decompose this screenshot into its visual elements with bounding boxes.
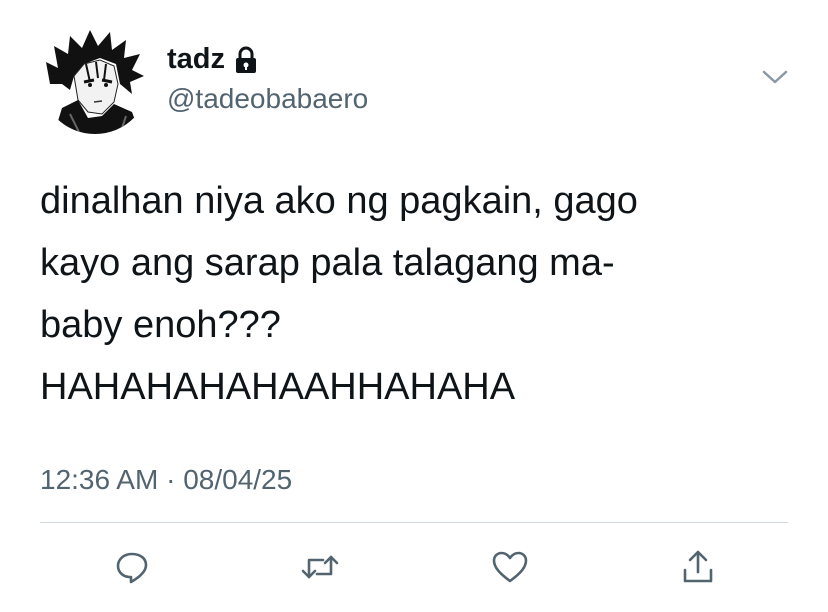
heart-icon [491,549,529,585]
like-button[interactable] [488,545,532,589]
reply-button[interactable] [110,545,154,589]
retweet-button[interactable] [298,545,342,589]
avatar-illustration [40,24,150,134]
avatar[interactable] [40,24,150,134]
display-name-row: tadz [167,42,259,76]
tweet-card: tadz @tadeobabaero dinalhan niya ako ng … [0,0,828,612]
share-button[interactable] [676,545,720,589]
action-bar [0,545,828,589]
tweet-text: dinalhan niya ako ng pagkain, gago kayo … [40,180,638,408]
timestamp-separator: · [166,464,176,495]
lock-icon [233,46,259,74]
retweet-icon [300,549,340,585]
timestamp[interactable]: 12:36 AM · 08/04/25 [40,460,292,500]
user-handle[interactable]: @tadeobabaero [167,82,368,116]
display-name[interactable]: tadz [167,42,225,76]
reply-icon [114,549,150,585]
tweet-date: 08/04/25 [183,464,293,495]
tweet-time: 12:36 AM [40,464,159,495]
chevron-down-icon[interactable] [760,66,790,88]
divider [40,522,788,523]
share-icon [680,548,716,586]
